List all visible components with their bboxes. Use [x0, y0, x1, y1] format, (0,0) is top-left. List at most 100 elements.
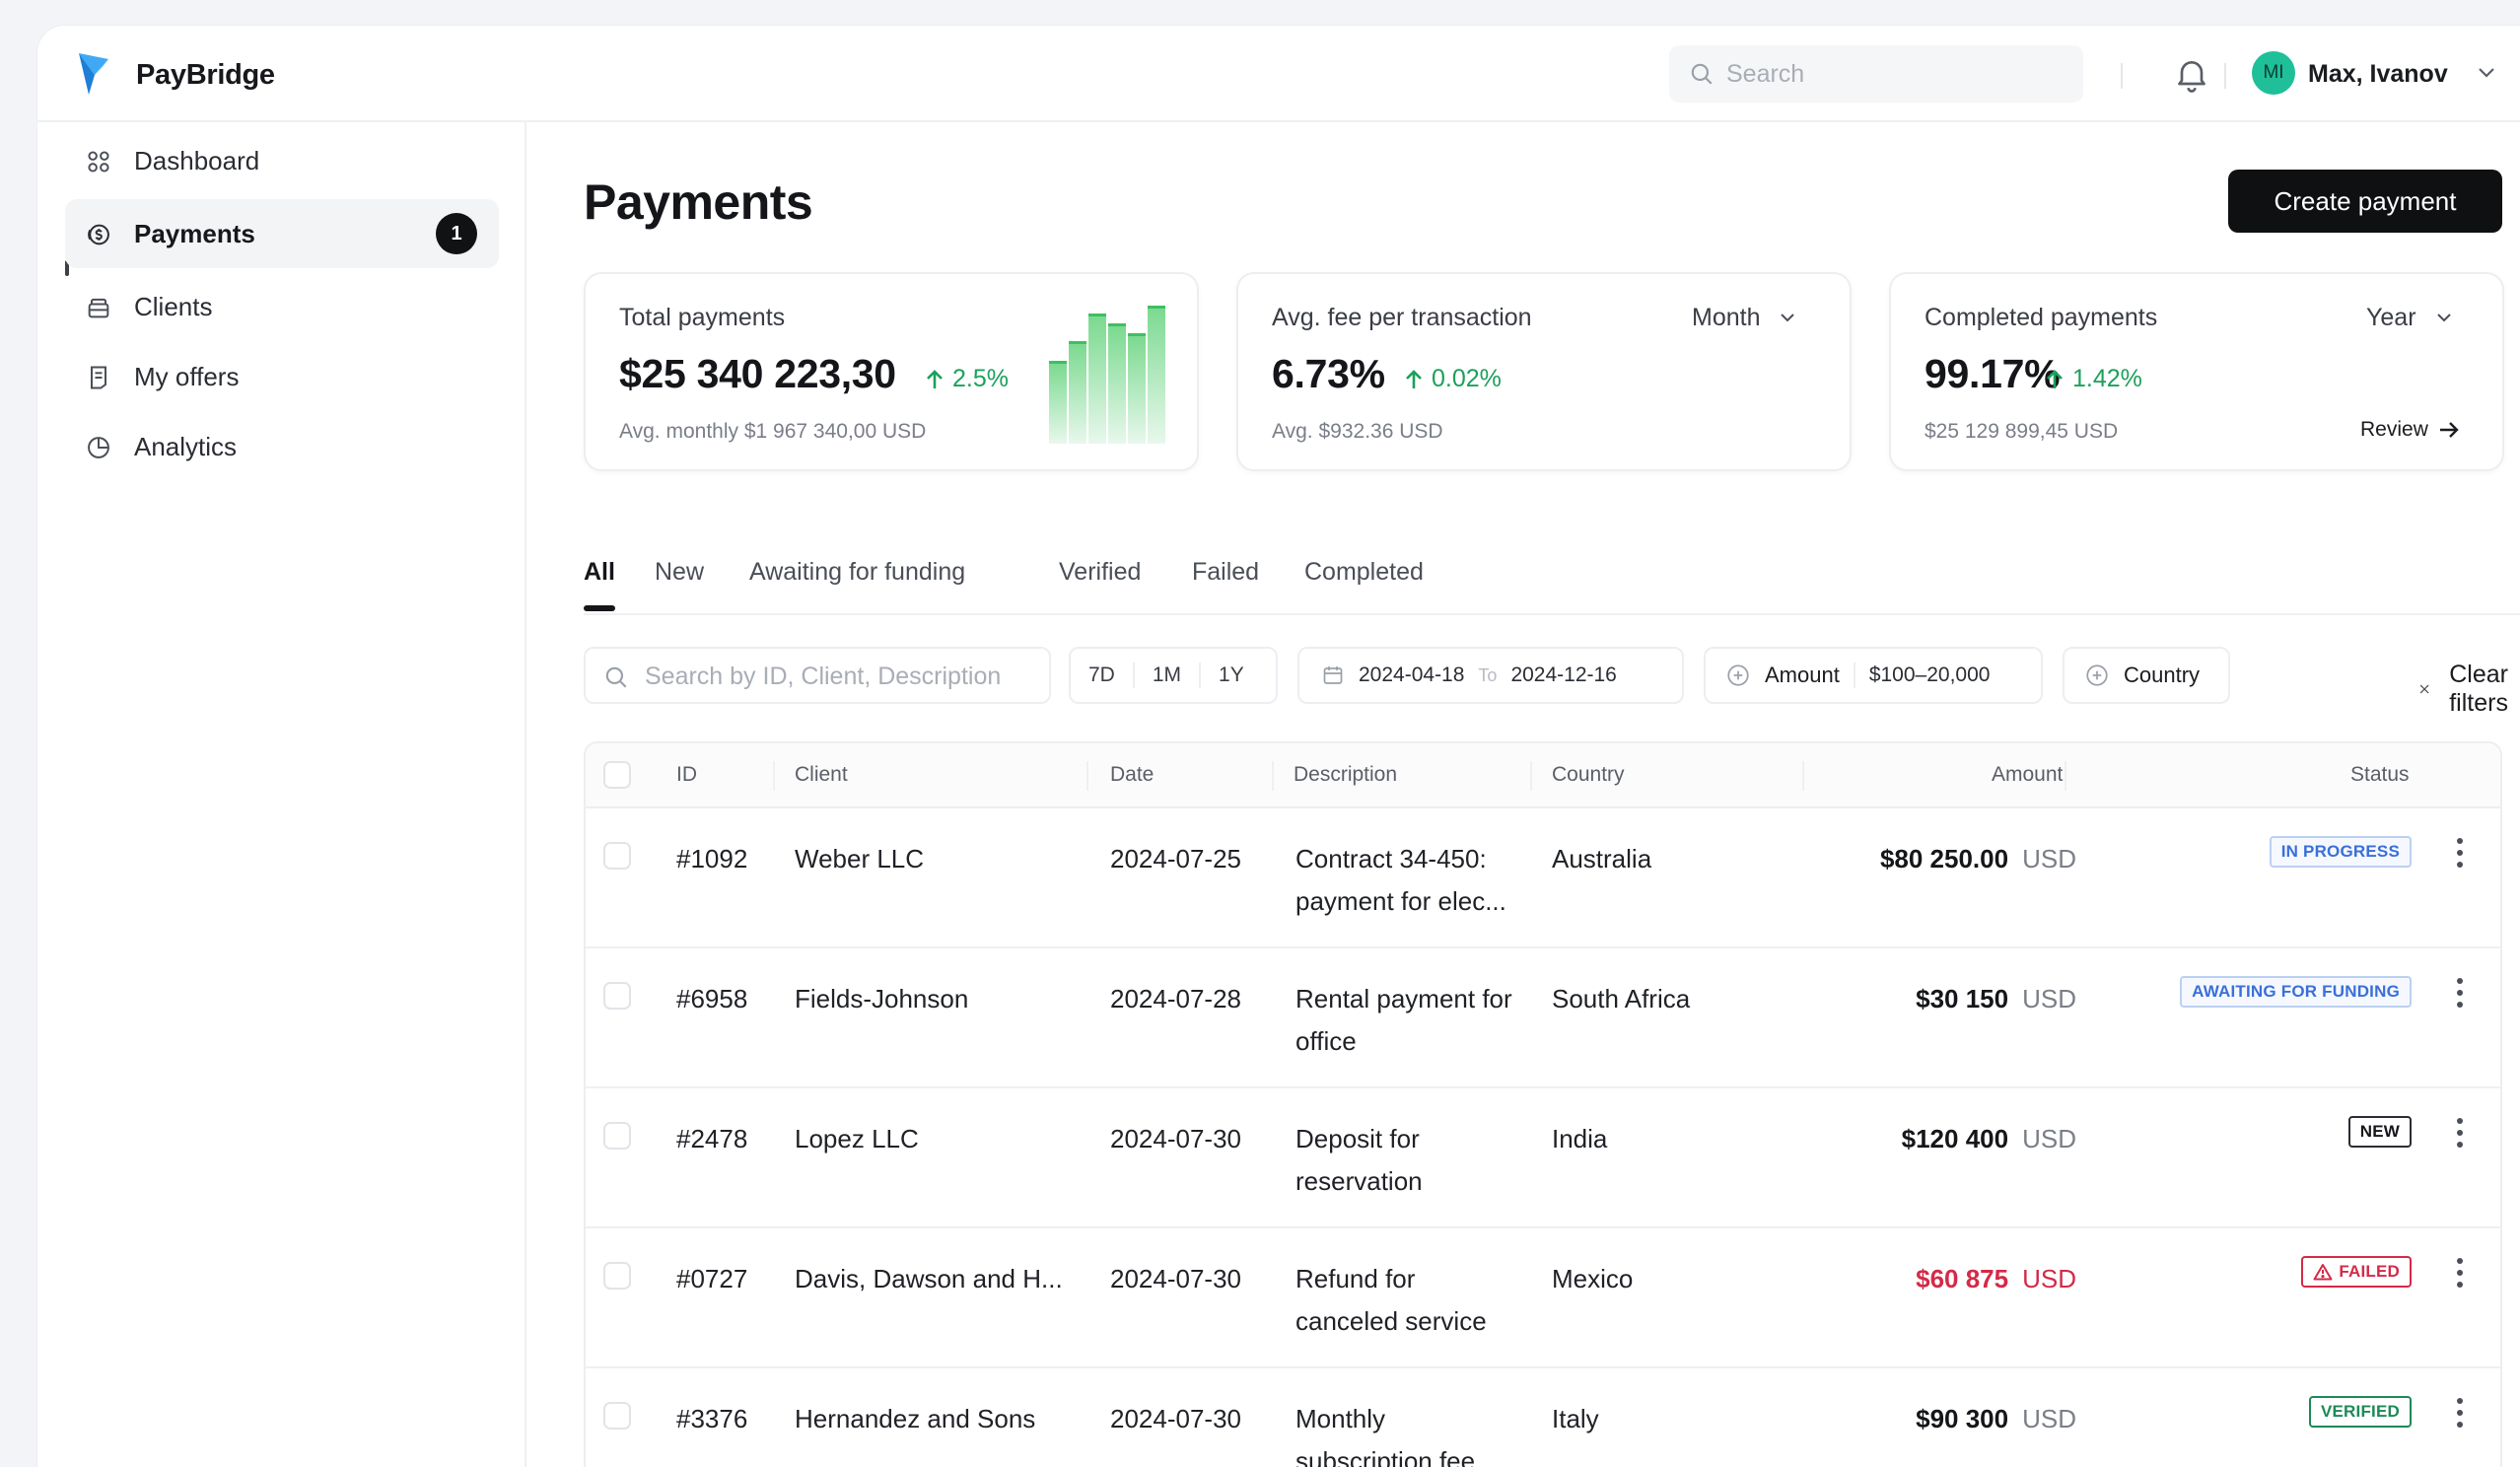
tab-new[interactable]: New [655, 558, 704, 587]
cell-client: Lopez LLC [795, 1124, 919, 1153]
period-label: Month [1692, 304, 1761, 331]
sidebar-item-dashboard[interactable]: Dashboard [65, 126, 499, 195]
sidebar-item-clients[interactable]: Clients [65, 272, 499, 341]
more-options-icon[interactable] [2455, 1256, 2465, 1290]
cell-id: #6958 [676, 984, 748, 1013]
more-options-icon[interactable] [2455, 1116, 2465, 1150]
bell-icon[interactable] [2172, 53, 2211, 95]
arrow-up-icon [2047, 369, 2063, 388]
more-options-icon[interactable] [2455, 1396, 2465, 1430]
tab-awaiting-for-funding[interactable]: Awaiting for funding [749, 558, 965, 587]
row-checkbox[interactable] [603, 1262, 631, 1290]
column-header-date[interactable]: Date [1110, 763, 1154, 787]
cell-description: Refund for canceled service [1295, 1264, 1487, 1336]
amount-filter[interactable]: Amount $100–20,000 [1704, 647, 2043, 704]
chevron-down-icon [1781, 313, 1795, 321]
cell-date: 2024-07-30 [1110, 1124, 1241, 1153]
review-link[interactable]: Review [2360, 418, 2460, 442]
cell-id: #0727 [676, 1264, 748, 1293]
table-row[interactable]: #1092 Weber LLC 2024-07-25 Contract 34-4… [586, 808, 2500, 948]
clear-filters-button[interactable]: Clear filters [2419, 661, 2520, 718]
date-range-filter[interactable]: 2024-04-18 To 2024-12-16 [1297, 647, 1684, 704]
cell-client: Hernandez and Sons [795, 1404, 1036, 1433]
amount-value: $120 400 [1901, 1124, 2009, 1153]
more-options-icon[interactable] [2455, 836, 2465, 870]
column-header-client[interactable]: Client [795, 763, 848, 787]
page-title: Payments [584, 175, 813, 230]
table-search[interactable] [584, 647, 1051, 704]
column-header-id[interactable]: ID [676, 763, 697, 787]
analytics-icon [88, 437, 109, 458]
period-label: Year [2366, 304, 2416, 331]
add-circle-icon [1727, 664, 1749, 686]
tab-all[interactable]: All [584, 558, 615, 587]
more-options-icon[interactable] [2455, 976, 2465, 1010]
column-header-amount[interactable]: Amount [1992, 763, 2063, 787]
column-header-description[interactable]: Description [1294, 763, 1397, 787]
table-search-input[interactable] [645, 661, 1039, 692]
range-1y[interactable]: 1Y [1201, 649, 1262, 702]
global-search[interactable] [1669, 45, 2083, 103]
review-label: Review [2360, 418, 2428, 441]
amount-currency: USD [2022, 844, 2076, 873]
tab-active-indicator [584, 605, 615, 611]
country-label: Country [2124, 663, 2201, 687]
status-badge: FAILED [2301, 1256, 2412, 1288]
tab-verified[interactable]: Verified [1059, 558, 1141, 587]
column-divider [2065, 761, 2066, 791]
calendar-icon [1323, 666, 1343, 684]
table-row[interactable]: #2478 Lopez LLC 2024-07-30 Deposit for r… [586, 1088, 2500, 1228]
table-row[interactable]: #3376 Hernandez and Sons 2024-07-30 Mont… [586, 1368, 2500, 1467]
row-checkbox[interactable] [603, 842, 631, 870]
cell-description: Deposit for reservation [1295, 1124, 1423, 1196]
cell-country: Australia [1552, 844, 1652, 873]
sidebar-item-my-offers[interactable]: My offers [65, 342, 499, 411]
chevron-down-icon[interactable] [2475, 63, 2498, 83]
cell-date: 2024-07-28 [1110, 984, 1241, 1013]
period-select[interactable]: Year [2366, 304, 2454, 332]
top-header: PayBridge MI Max, Ivanov [37, 26, 2520, 122]
cell-amount: $90 300 USD [1916, 1398, 2076, 1440]
row-checkbox[interactable] [603, 1122, 631, 1150]
sidebar-item-label: Payments [134, 218, 255, 248]
card-label: Total payments [619, 304, 786, 331]
chevron-down-icon [2436, 313, 2451, 321]
table-row[interactable]: #6958 Fields-Johnson 2024-07-28 Rental p… [586, 948, 2500, 1088]
row-checkbox[interactable] [603, 1402, 631, 1430]
cell-country: Mexico [1552, 1264, 1634, 1293]
cell-country: India [1552, 1124, 1608, 1153]
amount-value: $100–20,000 [1868, 664, 1991, 686]
card-delta: 1.42% [2045, 365, 2142, 393]
avatar[interactable]: MI [2252, 51, 2295, 95]
period-select[interactable]: Month [1692, 304, 1797, 332]
delta-value: 2.5% [952, 365, 1009, 392]
search-icon [1691, 63, 1713, 85]
sidebar-item-analytics[interactable]: Analytics [65, 412, 499, 481]
tab-failed[interactable]: Failed [1192, 558, 1259, 587]
filter-bar: 7D 1M 1Y 2024-04-18 To 2024-12-16 Amount… [584, 647, 2520, 717]
cell-description: Monthly subscription fee [1295, 1404, 1476, 1467]
range-7d[interactable]: 7D [1071, 649, 1133, 702]
user-name[interactable]: Max, Ivanov [2308, 60, 2448, 89]
date-to-label: To [1478, 664, 1498, 685]
cell-description: Rental payment for office [1295, 984, 1512, 1056]
column-header-status[interactable]: Status [2350, 763, 2410, 787]
country-filter[interactable]: Country [2063, 647, 2230, 704]
column-divider [1530, 761, 1532, 791]
total-payments-card: Total payments $25 340 223,30 2.5% Avg. … [584, 272, 1199, 471]
row-checkbox[interactable] [603, 982, 631, 1010]
card-subtext: $25 129 899,45 USD [1925, 420, 2119, 443]
range-1m[interactable]: 1M [1135, 649, 1199, 702]
select-all-checkbox[interactable] [603, 761, 631, 789]
column-header-country[interactable]: Country [1552, 763, 1625, 787]
card-label: Avg. fee per transaction [1272, 304, 1532, 331]
global-search-input[interactable] [1726, 59, 2083, 89]
tab-completed[interactable]: Completed [1304, 558, 1424, 587]
cell-country: South Africa [1552, 984, 1691, 1013]
sidebar-item-payments[interactable]: Payments 1 [65, 199, 499, 268]
cell-client: Weber LLC [795, 844, 925, 873]
range-toggle: 7D 1M 1Y [1069, 647, 1278, 704]
status-badge: VERIFIED [2308, 1396, 2412, 1428]
create-payment-button[interactable]: Create payment [2228, 170, 2502, 233]
table-row[interactable]: #0727 Davis, Dawson and H... 2024-07-30 … [586, 1228, 2500, 1368]
